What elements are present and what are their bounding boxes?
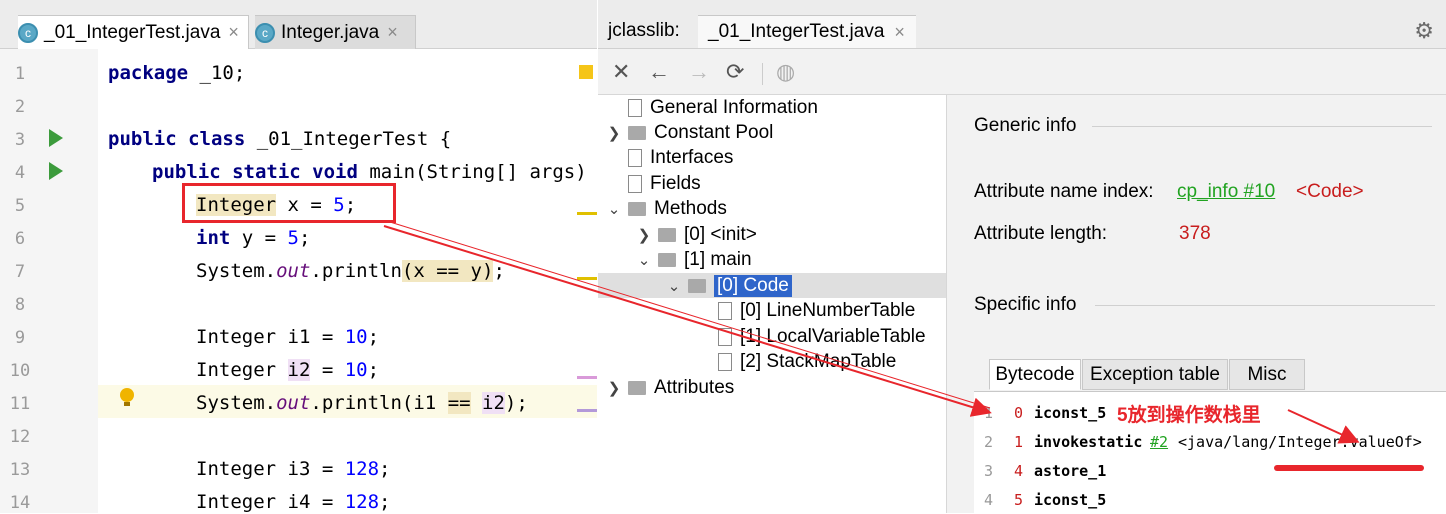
arrow-to-bytecode-shadow — [389, 221, 991, 409]
arrow-to-bytecode — [383, 225, 992, 417]
arrow-to-valueof — [1287, 409, 1360, 444]
annotation-arrows — [383, 221, 1360, 444]
